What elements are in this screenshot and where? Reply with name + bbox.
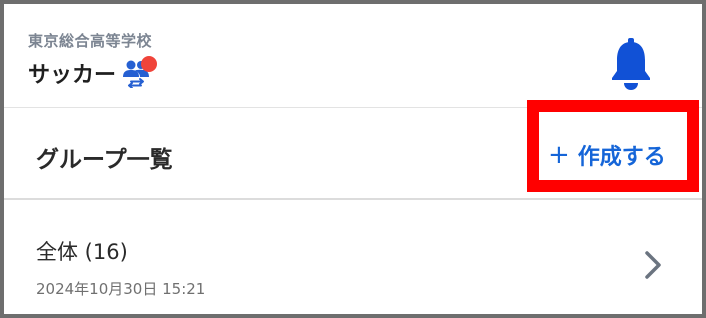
notification-button[interactable] xyxy=(608,38,654,90)
app-frame: 東京総合高等学校 サッカー グループ一覧 + 作成する 全体 (16) 2024… xyxy=(0,0,706,318)
group-name: 全体 (16) xyxy=(36,240,128,264)
bell-icon xyxy=(612,38,650,90)
school-name: 東京総合高等学校 xyxy=(28,32,153,50)
group-updated-date: 2024年10月30日 15:21 xyxy=(36,280,206,298)
team-row: サッカー xyxy=(28,56,158,90)
team-switch-button[interactable] xyxy=(120,56,158,90)
group-list-header: グループ一覧 + 作成する xyxy=(4,100,702,200)
group-list-item[interactable]: 全体 (16) 2024年10月30日 15:21 xyxy=(4,202,702,314)
create-group-button[interactable]: + 作成する xyxy=(548,138,666,172)
section-title: グループ一覧 xyxy=(36,147,173,173)
app-header: 東京総合高等学校 サッカー xyxy=(4,4,702,108)
team-name: サッカー xyxy=(28,63,117,88)
notification-badge xyxy=(141,56,158,72)
chevron-right-icon xyxy=(645,251,661,279)
create-group-label: 作成する xyxy=(577,145,666,170)
plus-icon: + xyxy=(548,140,570,170)
